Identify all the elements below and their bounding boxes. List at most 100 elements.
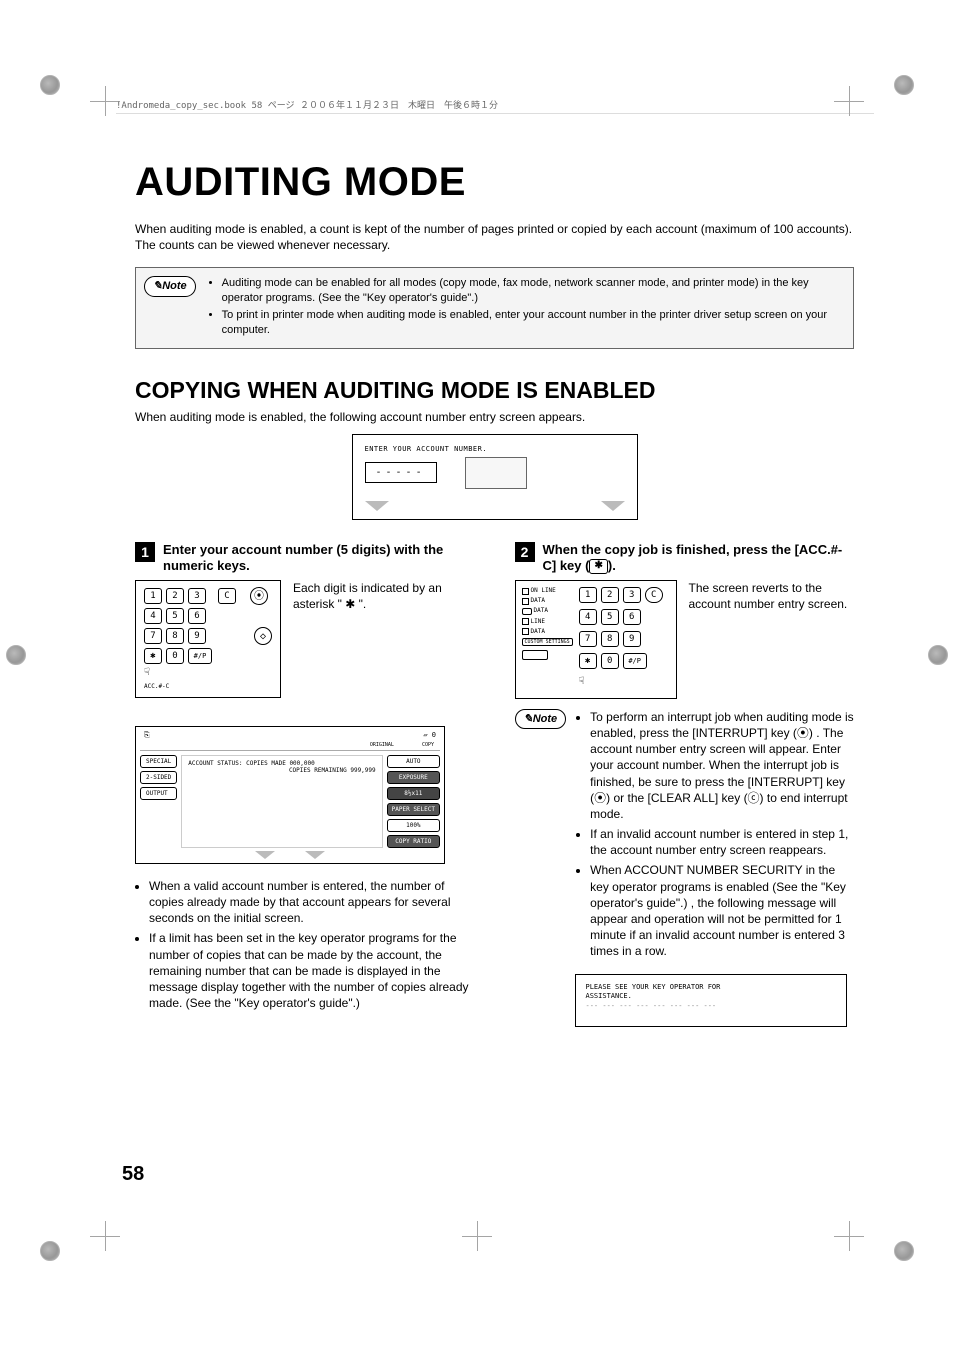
doc-header-meta: !Andromeda_copy_sec.book 58 ページ ２００６年１１月… xyxy=(116,98,498,111)
keypad-key: 8 xyxy=(166,628,184,644)
page-number: 58 xyxy=(122,1163,144,1186)
triangle-icon xyxy=(601,501,625,511)
keypad-key: 2 xyxy=(166,588,184,604)
section-intro: When auditing mode is enabled, the follo… xyxy=(135,410,854,424)
keypad-key: 0 xyxy=(601,653,619,669)
note-box: ✎Note Auditing mode can be enabled for a… xyxy=(135,267,854,348)
registration-crosshair-icon xyxy=(834,1221,864,1251)
step1-notes: When a valid account number is entered, … xyxy=(135,878,475,1012)
indicator-label: DATA xyxy=(534,607,548,615)
asterisk-key-icon: ✱ xyxy=(589,559,607,574)
keypad-figure: 1 2 3 C ⦿ 4 5 6 xyxy=(135,580,281,698)
panel-btn: 2-SIDED xyxy=(140,771,177,784)
note-item: To print in printer mode when auditing m… xyxy=(222,308,843,338)
warning-divider: --- --- --- --- --- --- --- --- xyxy=(586,1002,836,1012)
keypad-key: 3 xyxy=(188,588,206,604)
section-title: COPYING WHEN AUDITING MODE IS ENABLED xyxy=(135,377,854,404)
note-list: To perform an interrupt job when auditin… xyxy=(576,709,854,964)
note-item: If an invalid account number is entered … xyxy=(590,826,854,858)
status-panel-figure: ⎘ ▱ 0 ORIGINAL COPY SPECIAL 2-SIDED OUTP… xyxy=(135,726,445,864)
start-icon: ◇ xyxy=(254,627,272,645)
note-item: When ACCOUNT NUMBER SECURITY in the key … xyxy=(590,862,854,959)
keypad-key: 3 xyxy=(623,587,641,603)
hand-pointer-icon: ☟ xyxy=(579,675,585,689)
keypad-key: 9 xyxy=(188,628,206,644)
step-description: The screen reverts to the account number… xyxy=(689,580,855,699)
hash-p-key: #/P xyxy=(623,653,647,669)
warning-line: PLEASE SEE YOUR KEY OPERATOR FOR xyxy=(586,983,836,993)
indicator-label: LINE xyxy=(531,618,545,626)
print-mark-icon xyxy=(894,1241,914,1261)
print-mark-icon xyxy=(40,75,60,95)
note-badge: ✎Note xyxy=(515,709,567,729)
step-title: Enter your account number (5 digits) wit… xyxy=(163,542,475,575)
panel-btn: OUTPUT xyxy=(140,787,177,800)
keypad-key: 6 xyxy=(623,609,641,625)
triangle-icon xyxy=(365,501,389,511)
page: !Andromeda_copy_sec.book 58 ページ ２００６年１１月… xyxy=(0,0,954,1351)
account-status-line: ACCOUNT STATUS: COPIES MADE 000,000 xyxy=(188,760,375,767)
registration-crosshair-icon xyxy=(834,86,864,116)
step-number: 2 xyxy=(515,542,535,562)
acc-key: ✱ xyxy=(579,653,597,669)
keypad-key: 1 xyxy=(144,588,162,604)
header-rule xyxy=(116,113,874,114)
registration-crosshair-icon xyxy=(462,1221,492,1251)
strip-label: COPY xyxy=(422,742,434,748)
keypad-key: 7 xyxy=(579,631,597,647)
keypad-key: 1 xyxy=(579,587,597,603)
copies-remaining-line: COPIES REMAINING 999,999 xyxy=(188,767,375,774)
print-mark-icon xyxy=(40,1241,60,1261)
account-entry-screen-figure: ENTER YOUR ACCOUNT NUMBER. ----- xyxy=(352,434,638,520)
keypad-key: 9 xyxy=(623,631,641,647)
keypad-key: 2 xyxy=(601,587,619,603)
panel-top-icon: ▱ 0 xyxy=(423,731,436,740)
operator-warning-figure: PLEASE SEE YOUR KEY OPERATOR FOR ASSISTA… xyxy=(575,974,847,1027)
note-item: Auditing mode can be enabled for all mod… xyxy=(222,276,843,306)
panel-btn: COPY RATIO xyxy=(387,835,440,848)
panel-top-icon: ⎘ xyxy=(144,731,150,740)
keypad-key: 0 xyxy=(166,648,184,664)
step-number: 1 xyxy=(135,542,155,562)
step-description: Each digit is indicated by an asterisk "… xyxy=(293,580,475,698)
hash-p-key: #/P xyxy=(188,648,212,664)
note-badge: ✎Note xyxy=(144,276,196,297)
acc-key-label: ACC.#-C xyxy=(144,683,272,691)
panel-btn: AUTO xyxy=(387,755,440,768)
print-mark-icon xyxy=(928,645,948,665)
indicator-label: ON LINE xyxy=(531,587,556,595)
panel-btn: 100% xyxy=(387,819,440,832)
indicator-label: DATA xyxy=(531,628,545,636)
print-mark-icon xyxy=(6,645,26,665)
panel-btn: EXPOSURE xyxy=(387,771,440,784)
account-digit-mask: ----- xyxy=(365,462,437,483)
custom-settings-label: CUSTOM SETTINGS xyxy=(522,638,573,647)
interrupt-icon: ⦿ xyxy=(250,587,268,605)
warning-line: ASSISTANCE. xyxy=(586,992,836,1002)
left-column: 1 Enter your account number (5 digits) w… xyxy=(135,542,475,1027)
triangle-icon xyxy=(255,851,275,859)
copier-icon xyxy=(465,457,527,489)
content: AUDITING MODE When auditing mode is enab… xyxy=(135,160,854,1027)
bullet-item: If a limit has been set in the key opera… xyxy=(149,930,475,1011)
clear-key: C xyxy=(645,587,663,603)
right-column: 2 When the copy job is finished, press t… xyxy=(515,542,855,1027)
note-list: Auditing mode can be enabled for all mod… xyxy=(206,276,843,339)
keypad-key: 4 xyxy=(579,609,597,625)
clear-key: C xyxy=(218,588,236,604)
strip-label: ORIGINAL xyxy=(370,742,394,748)
intro-paragraph: When auditing mode is enabled, a count i… xyxy=(135,221,854,253)
panel-btn: SPECIAL xyxy=(140,755,177,768)
keypad-key: 5 xyxy=(166,608,184,624)
registration-crosshair-icon xyxy=(90,1221,120,1251)
keypad-key: 7 xyxy=(144,628,162,644)
step-title: When the copy job is finished, press the… xyxy=(543,542,855,575)
print-mark-icon xyxy=(894,75,914,95)
hand-pointer-icon: ☟ xyxy=(144,666,150,680)
panel-figure: ON LINE DATA DATA LINE DATA CUSTOM SETTI… xyxy=(515,580,677,699)
keypad-key: 6 xyxy=(188,608,206,624)
screen-prompt: ENTER YOUR ACCOUNT NUMBER. xyxy=(365,445,625,453)
panel-btn: 8½x11 xyxy=(387,787,440,800)
bullet-item: When a valid account number is entered, … xyxy=(149,878,475,927)
page-title: AUDITING MODE xyxy=(135,160,854,205)
